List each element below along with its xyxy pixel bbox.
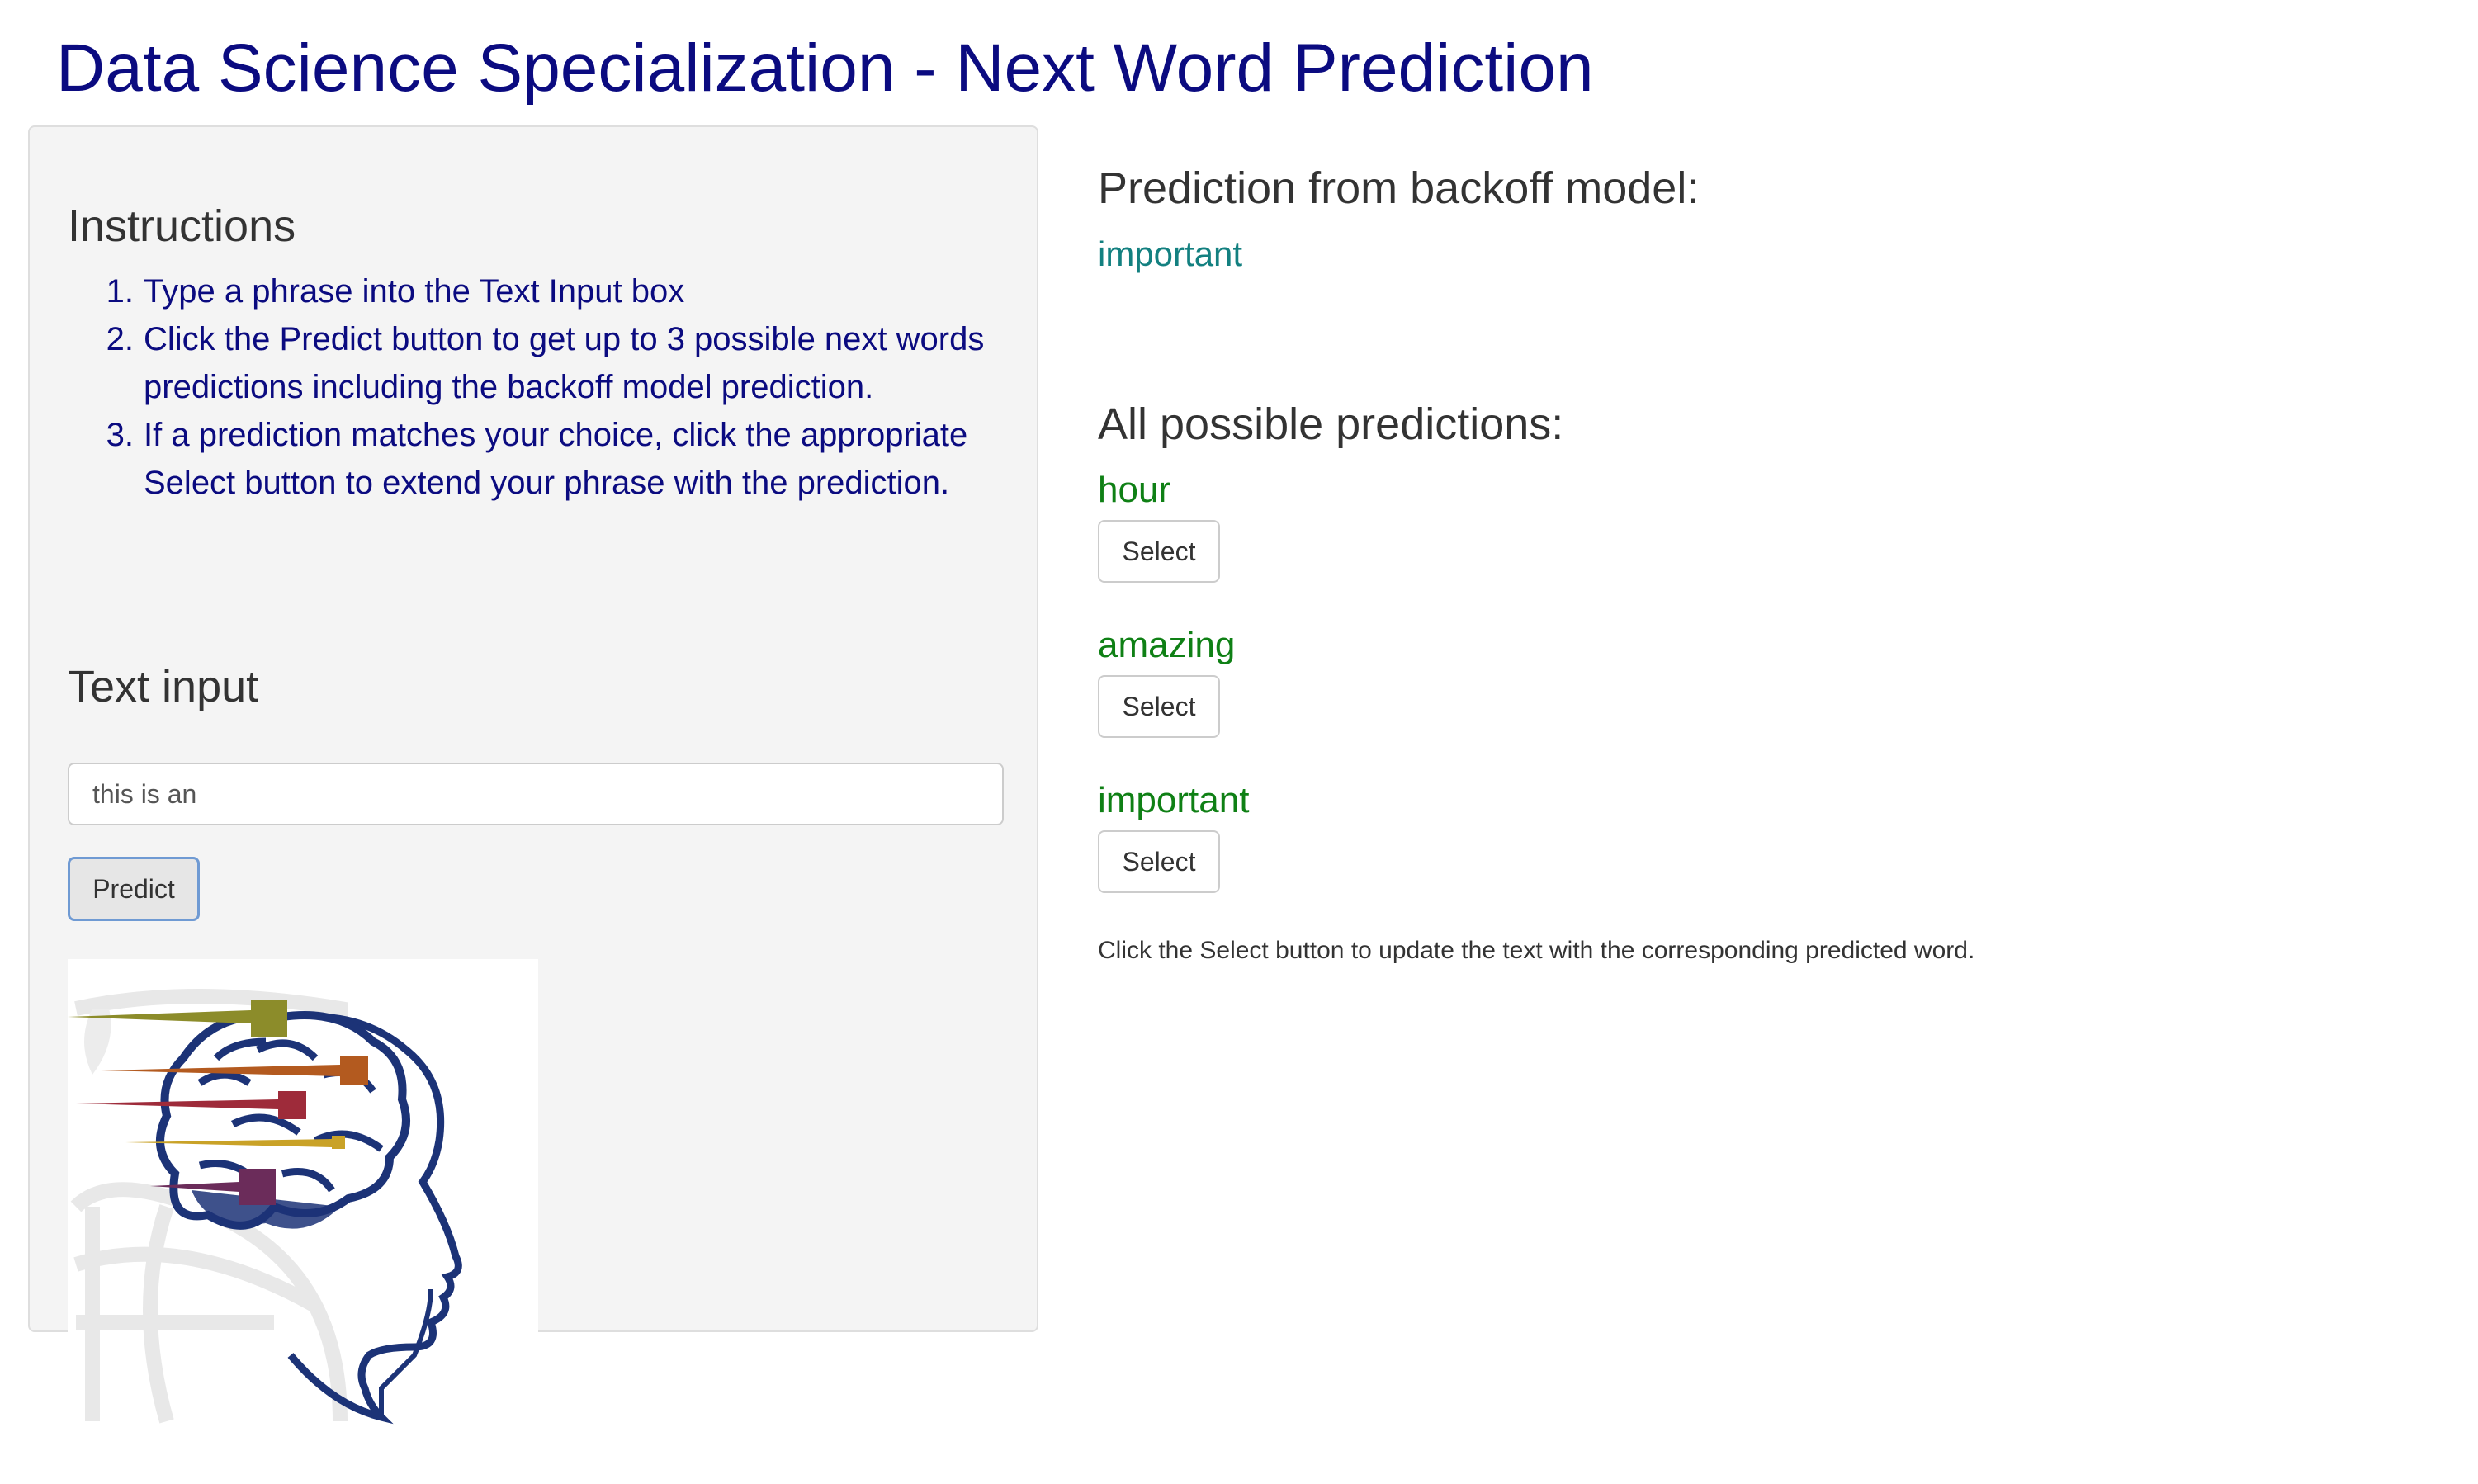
select-button-1[interactable]: Select [1098,520,1220,583]
all-predictions-heading: All possible predictions: [1098,399,1564,449]
backoff-prediction: important [1098,234,1243,273]
instruction-text: If a prediction matches your choice, cli… [144,417,968,501]
phrase-input[interactable] [68,763,1004,825]
instructions-heading: Instructions [68,201,296,251]
page: Data Science Specialization - Next Word … [0,0,2478,1484]
backoff-heading: Prediction from backoff model: [1098,163,1700,213]
instruction-item: 3. If a prediction matches your choice, … [68,411,1017,507]
prediction-word: hour [1098,470,1171,510]
page-title: Data Science Specialization - Next Word … [56,31,1594,106]
instruction-number: 2. [106,321,134,357]
brain-illustration-image [68,959,538,1430]
help-text: Click the Select button to update the te… [1098,937,1975,964]
instruction-item: 2. Click the Predict button to get up to… [68,315,1017,411]
main-panel: Prediction from backoff model: important… [1098,125,2435,1330]
brain-icon [68,959,538,1430]
instruction-number: 1. [106,273,134,310]
text-input-heading: Text input [68,662,259,711]
prediction-word: amazing [1098,625,1236,665]
instruction-number: 3. [106,417,134,453]
instruction-text: Click the Predict button to get up to 3 … [144,321,985,405]
prediction-word: important [1098,780,1250,820]
instruction-text: Type a phrase into the Text Input box [144,273,685,310]
sidebar-panel: Instructions 1. Type a phrase into the T… [28,125,1038,1430]
instruction-item: 1. Type a phrase into the Text Input box [68,267,1017,315]
select-button-2[interactable]: Select [1098,675,1220,738]
predict-button[interactable]: Predict [68,857,200,921]
instructions-list: 1. Type a phrase into the Text Input box… [68,267,1017,507]
select-button-3[interactable]: Select [1098,830,1220,893]
